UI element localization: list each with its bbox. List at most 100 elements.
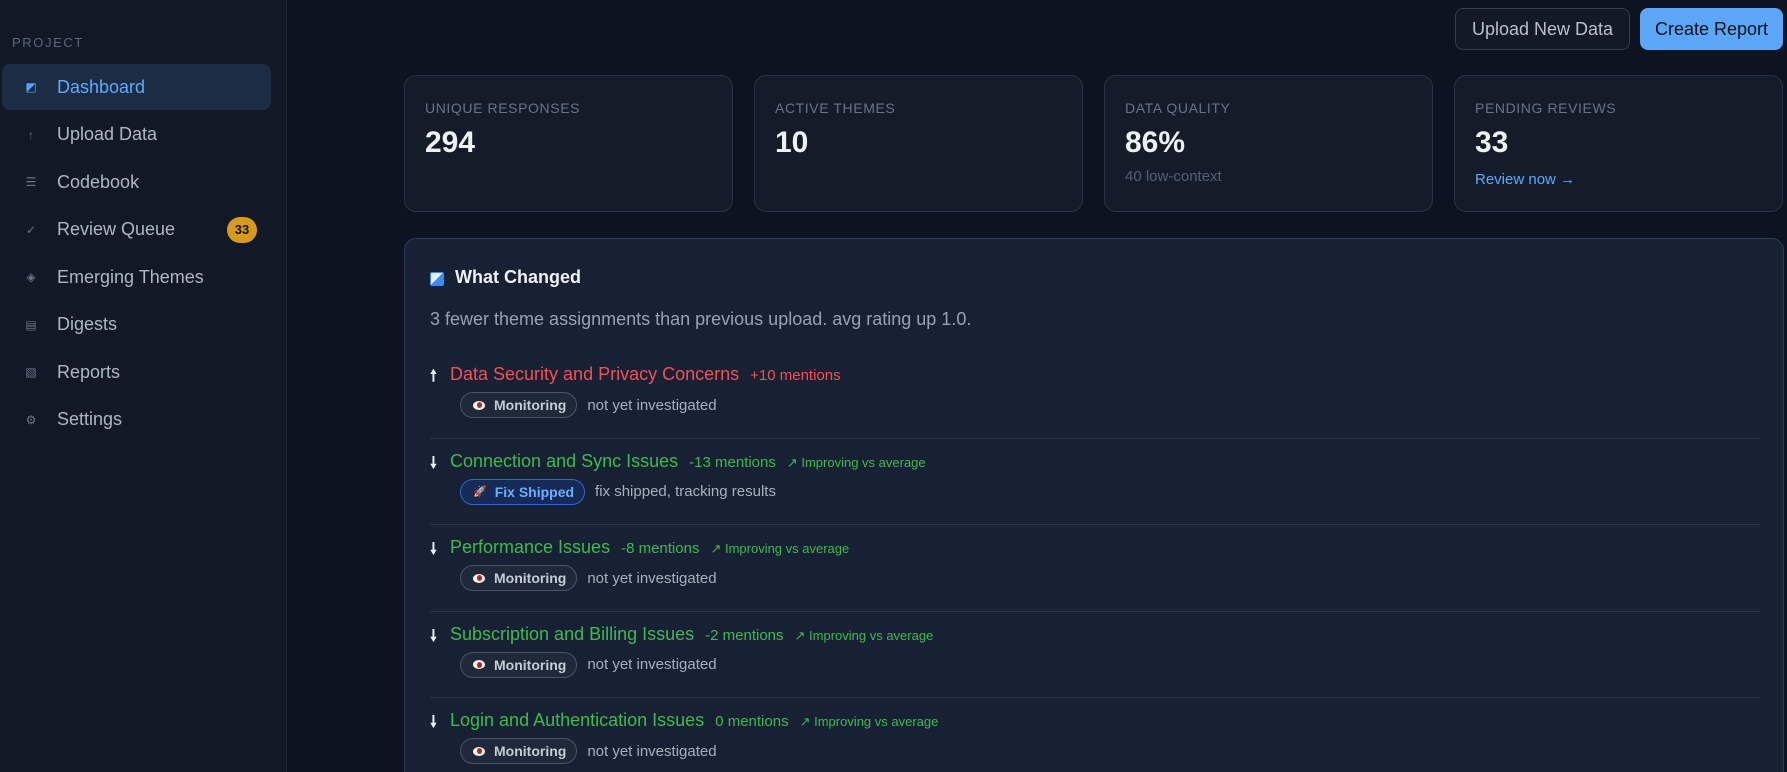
theme-change-row: 🠗 Subscription and Billing Issues -2 menti… [430,612,1760,698]
theme-header: Connection and Sync Issues -13 mentions ↗ … [450,451,926,472]
status-note: not yet investigated [587,396,717,414]
sidebar-item-label: Dashboard [57,76,146,97]
theme-header: Data Security and Privacy Concerns +10 me… [450,364,841,385]
sidebar-nav: ◩ Dashboard ↑ Upload Data ☰ Codebook ✓ Review Q… [2,64,271,444]
stat-card-pending-reviews: PENDING REVIEWS 33 Review now → [1454,75,1783,212]
sidebar-item-label: Emerging Themes [57,266,204,287]
sidebar: PROJECT ◩ Dashboard ↑ Upload Data ☰ Codebook ✓… [0,0,287,772]
codebook-icon: ☰ [25,175,37,189]
trend-indicator: ↗ Improving vs average [799,714,939,729]
status-note: not yet investigated [587,742,717,760]
sidebar-section-label: PROJECT [12,35,84,50]
arrow-down-icon: 🠗 [430,454,437,472]
theme-status: Monitoring not yet investigated [460,651,717,678]
stat-value: 33 [1475,126,1509,159]
sidebar-item-reports[interactable]: ▧ Reports [2,349,271,395]
review-now-link[interactable]: Review now → [1475,171,1575,188]
stat-card-data-quality: DATA QUALITY 86% 40 low-context [1104,75,1433,212]
theme-status: Monitoring not yet investigated [460,565,717,591]
status-pill[interactable]: Monitoring [460,651,578,678]
theme-change-row: 🠗 Login and Authentication Issues 0 mentio… [430,698,1760,772]
theme-change-row: 🠗 Connection and Sync Issues -13 mentions ↗… [430,439,1760,525]
eye-icon [473,400,485,410]
what-changed-panel: What Changed 3 fewer theme assignments t… [404,238,1784,772]
reports-icon: ▧ [25,365,37,379]
sidebar-item-review-queue[interactable]: ✓ Review Queue 33 [2,207,271,253]
stat-label: ACTIVE THEMES [775,100,896,116]
theme-status: Monitoring not yet investigated [460,738,717,764]
mention-delta: +10 mentions [750,367,841,384]
arrow-down-icon: 🠗 [430,541,437,558]
stat-value: 10 [775,126,809,159]
upload-new-data-button[interactable]: Upload New Data [1455,8,1630,50]
eye-icon [473,746,485,756]
theme-name[interactable]: Login and Authentication Issues [450,710,704,731]
diamond-icon: ◈ [26,270,36,284]
sidebar-item-digests[interactable]: ▤ Digests [2,302,271,348]
theme-change-list: 🠕 Data Security and Privacy Concerns +10 m… [430,352,1760,772]
chart-square-icon [430,272,444,286]
theme-header: Login and Authentication Issues 0 mention… [450,710,938,731]
theme-change-row: 🠕 Data Security and Privacy Concerns +10 m… [430,352,1760,439]
mention-delta: -2 mentions [705,626,784,644]
theme-name[interactable]: Subscription and Billing Issues [450,624,694,645]
theme-name[interactable]: Connection and Sync Issues [450,451,678,472]
theme-status: Monitoring not yet investigated [460,392,717,418]
sidebar-item-upload-data[interactable]: ↑ Upload Data [2,112,271,158]
sidebar-item-label: Codebook [57,171,140,192]
sidebar-item-codebook[interactable]: ☰ Codebook [2,159,271,205]
panel-title: What Changed [455,267,581,287]
stat-card-unique-responses: UNIQUE RESPONSES 294 [404,75,733,212]
status-pill-label: Fix Shipped [494,483,575,500]
status-pill-label: Monitoring [494,743,567,759]
arrow-down-icon: 🠗 [430,627,437,645]
mention-delta: -13 mentions [689,453,776,471]
dashboard-icon: ◩ [25,80,37,94]
theme-status: 🚀 Fix Shipped fix shipped, tracking result… [460,478,776,505]
status-note: fix shipped, tracking results [595,483,776,500]
status-pill[interactable]: Monitoring [460,392,578,418]
mention-delta: 0 mentions [715,713,789,730]
eye-icon [473,573,485,583]
theme-header: Performance Issues -8 mentions ↗ Improving… [450,537,849,558]
sidebar-item-emerging-themes[interactable]: ◈ Emerging Themes [2,254,271,300]
stat-value: 294 [425,126,476,159]
status-pill[interactable]: Monitoring [460,565,578,591]
digest-icon: ▤ [25,317,37,332]
status-pill-label: Monitoring [494,570,567,586]
stat-label: PENDING REVIEWS [1475,100,1617,116]
app-root: PROJECT ◩ Dashboard ↑ Upload Data ☰ Codebook ✓… [0,0,1787,772]
status-note: not yet investigated [587,656,717,673]
rocket-icon: 🚀 [473,486,487,498]
sidebar-item-label: Settings [57,409,123,429]
upload-icon: ↑ [28,127,34,142]
create-report-button[interactable]: Create Report [1640,8,1783,50]
status-pill[interactable]: 🚀 Fix Shipped [460,478,586,505]
theme-name[interactable]: Performance Issues [450,537,610,558]
sidebar-item-dashboard[interactable]: ◩ Dashboard [2,64,271,110]
settings-icon: ⚙ [25,412,37,427]
sidebar-item-label: Upload Data [57,124,158,144]
panel-summary: 3 fewer theme assignments than previous … [430,309,972,329]
arrow-down-icon: 🠗 [430,714,437,731]
stat-label: UNIQUE RESPONSES [425,100,581,116]
status-pill[interactable]: Monitoring [460,738,578,764]
theme-name[interactable]: Data Security and Privacy Concerns [450,364,739,385]
stat-value: 86% [1125,126,1186,159]
sidebar-item-label: Digests [57,314,118,334]
trend-indicator: ↗ Improving vs average [794,627,934,643]
sidebar-item-label: Review Queue [57,219,176,239]
trend-indicator: ↗ Improving vs average [786,454,926,470]
arrow-up-icon: 🠕 [430,368,437,385]
theme-change-row: 🠗 Performance Issues -8 mentions ↗ Improvin… [430,525,1760,612]
eye-icon [473,660,485,669]
status-pill-label: Monitoring [494,656,567,673]
sidebar-item-label: Reports [57,361,121,382]
trend-indicator: ↗ Improving vs average [710,541,850,556]
review-count-badge: 33 [227,216,257,243]
sidebar-item-settings[interactable]: ⚙ Settings [2,397,271,443]
status-note: not yet investigated [587,569,717,587]
stat-label: DATA QUALITY [1125,100,1231,116]
mention-delta: -8 mentions [621,540,700,557]
check-icon: ✓ [25,222,37,237]
